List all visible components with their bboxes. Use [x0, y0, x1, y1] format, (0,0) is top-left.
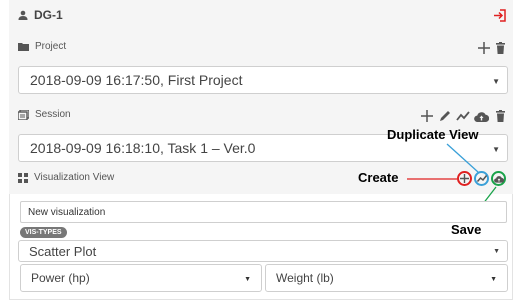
line-chart-icon	[476, 175, 487, 182]
cloud-upload-icon	[474, 111, 489, 122]
project-label-row: Project	[18, 41, 66, 52]
create-annotation: Create	[358, 170, 399, 185]
save-view-button[interactable]	[491, 171, 506, 186]
duplicate-view-annotation: Duplicate View	[387, 127, 479, 142]
folder-icon	[18, 42, 29, 51]
delete-project-button[interactable]	[495, 42, 505, 54]
plus-icon	[478, 42, 490, 54]
chevron-down-icon: ▼	[492, 145, 500, 154]
vis-type-select[interactable]: Scatter Plot ▼	[18, 240, 508, 262]
trash-icon	[495, 42, 505, 54]
plus-icon	[460, 174, 469, 183]
project-label: Project	[35, 41, 67, 52]
user-row: DG-1	[18, 8, 63, 22]
visualization-label: Visualization View	[34, 172, 115, 183]
logout-icon[interactable]	[492, 8, 506, 22]
trash-icon	[495, 110, 505, 122]
grid-icon	[18, 172, 28, 183]
user-icon	[18, 10, 28, 20]
line-chart-icon	[456, 111, 470, 121]
edit-session-button[interactable]	[439, 110, 451, 122]
plus-icon	[421, 110, 433, 122]
cloud-upload-icon	[493, 175, 504, 183]
chevron-down-icon: ▼	[490, 276, 497, 283]
visualization-name-input[interactable]: New visualization	[20, 201, 507, 223]
session-label-row: Session	[18, 109, 71, 120]
pencil-icon	[440, 111, 450, 121]
user-name: DG-1	[34, 8, 63, 22]
duplicate-view-button[interactable]	[474, 171, 489, 186]
y-axis-select[interactable]: Weight (lb) ▼	[265, 264, 508, 292]
vis-types-badge: VIS-TYPES	[20, 227, 67, 238]
chevron-down-icon: ▼	[492, 77, 500, 86]
vis-type-value: Scatter Plot	[29, 243, 97, 259]
visualization-label-row: Visualization View	[18, 172, 114, 183]
session-label: Session	[35, 109, 71, 120]
session-select-value: 2018-09-09 16:18:10, Task 1 – Ver.0	[30, 140, 256, 156]
chart-session-button[interactable]	[456, 110, 470, 122]
save-session-button[interactable]	[474, 110, 489, 122]
add-session-button[interactable]	[421, 110, 433, 122]
visualization-name-value: New visualization	[28, 206, 106, 218]
session-icon	[18, 109, 29, 120]
x-axis-value: Power (hp)	[31, 271, 90, 285]
x-axis-select[interactable]: Power (hp) ▼	[20, 264, 262, 292]
project-select-value: 2018-09-09 16:17:50, First Project	[30, 72, 243, 88]
y-axis-value: Weight (lb)	[276, 271, 334, 285]
delete-session-button[interactable]	[495, 110, 505, 122]
add-project-button[interactable]	[478, 42, 490, 54]
save-annotation: Save	[451, 222, 482, 237]
chevron-down-icon: ▼	[493, 248, 500, 255]
create-view-button[interactable]	[457, 171, 472, 186]
project-select[interactable]: 2018-09-09 16:17:50, First Project ▼	[18, 66, 508, 94]
chevron-down-icon: ▼	[244, 276, 251, 283]
